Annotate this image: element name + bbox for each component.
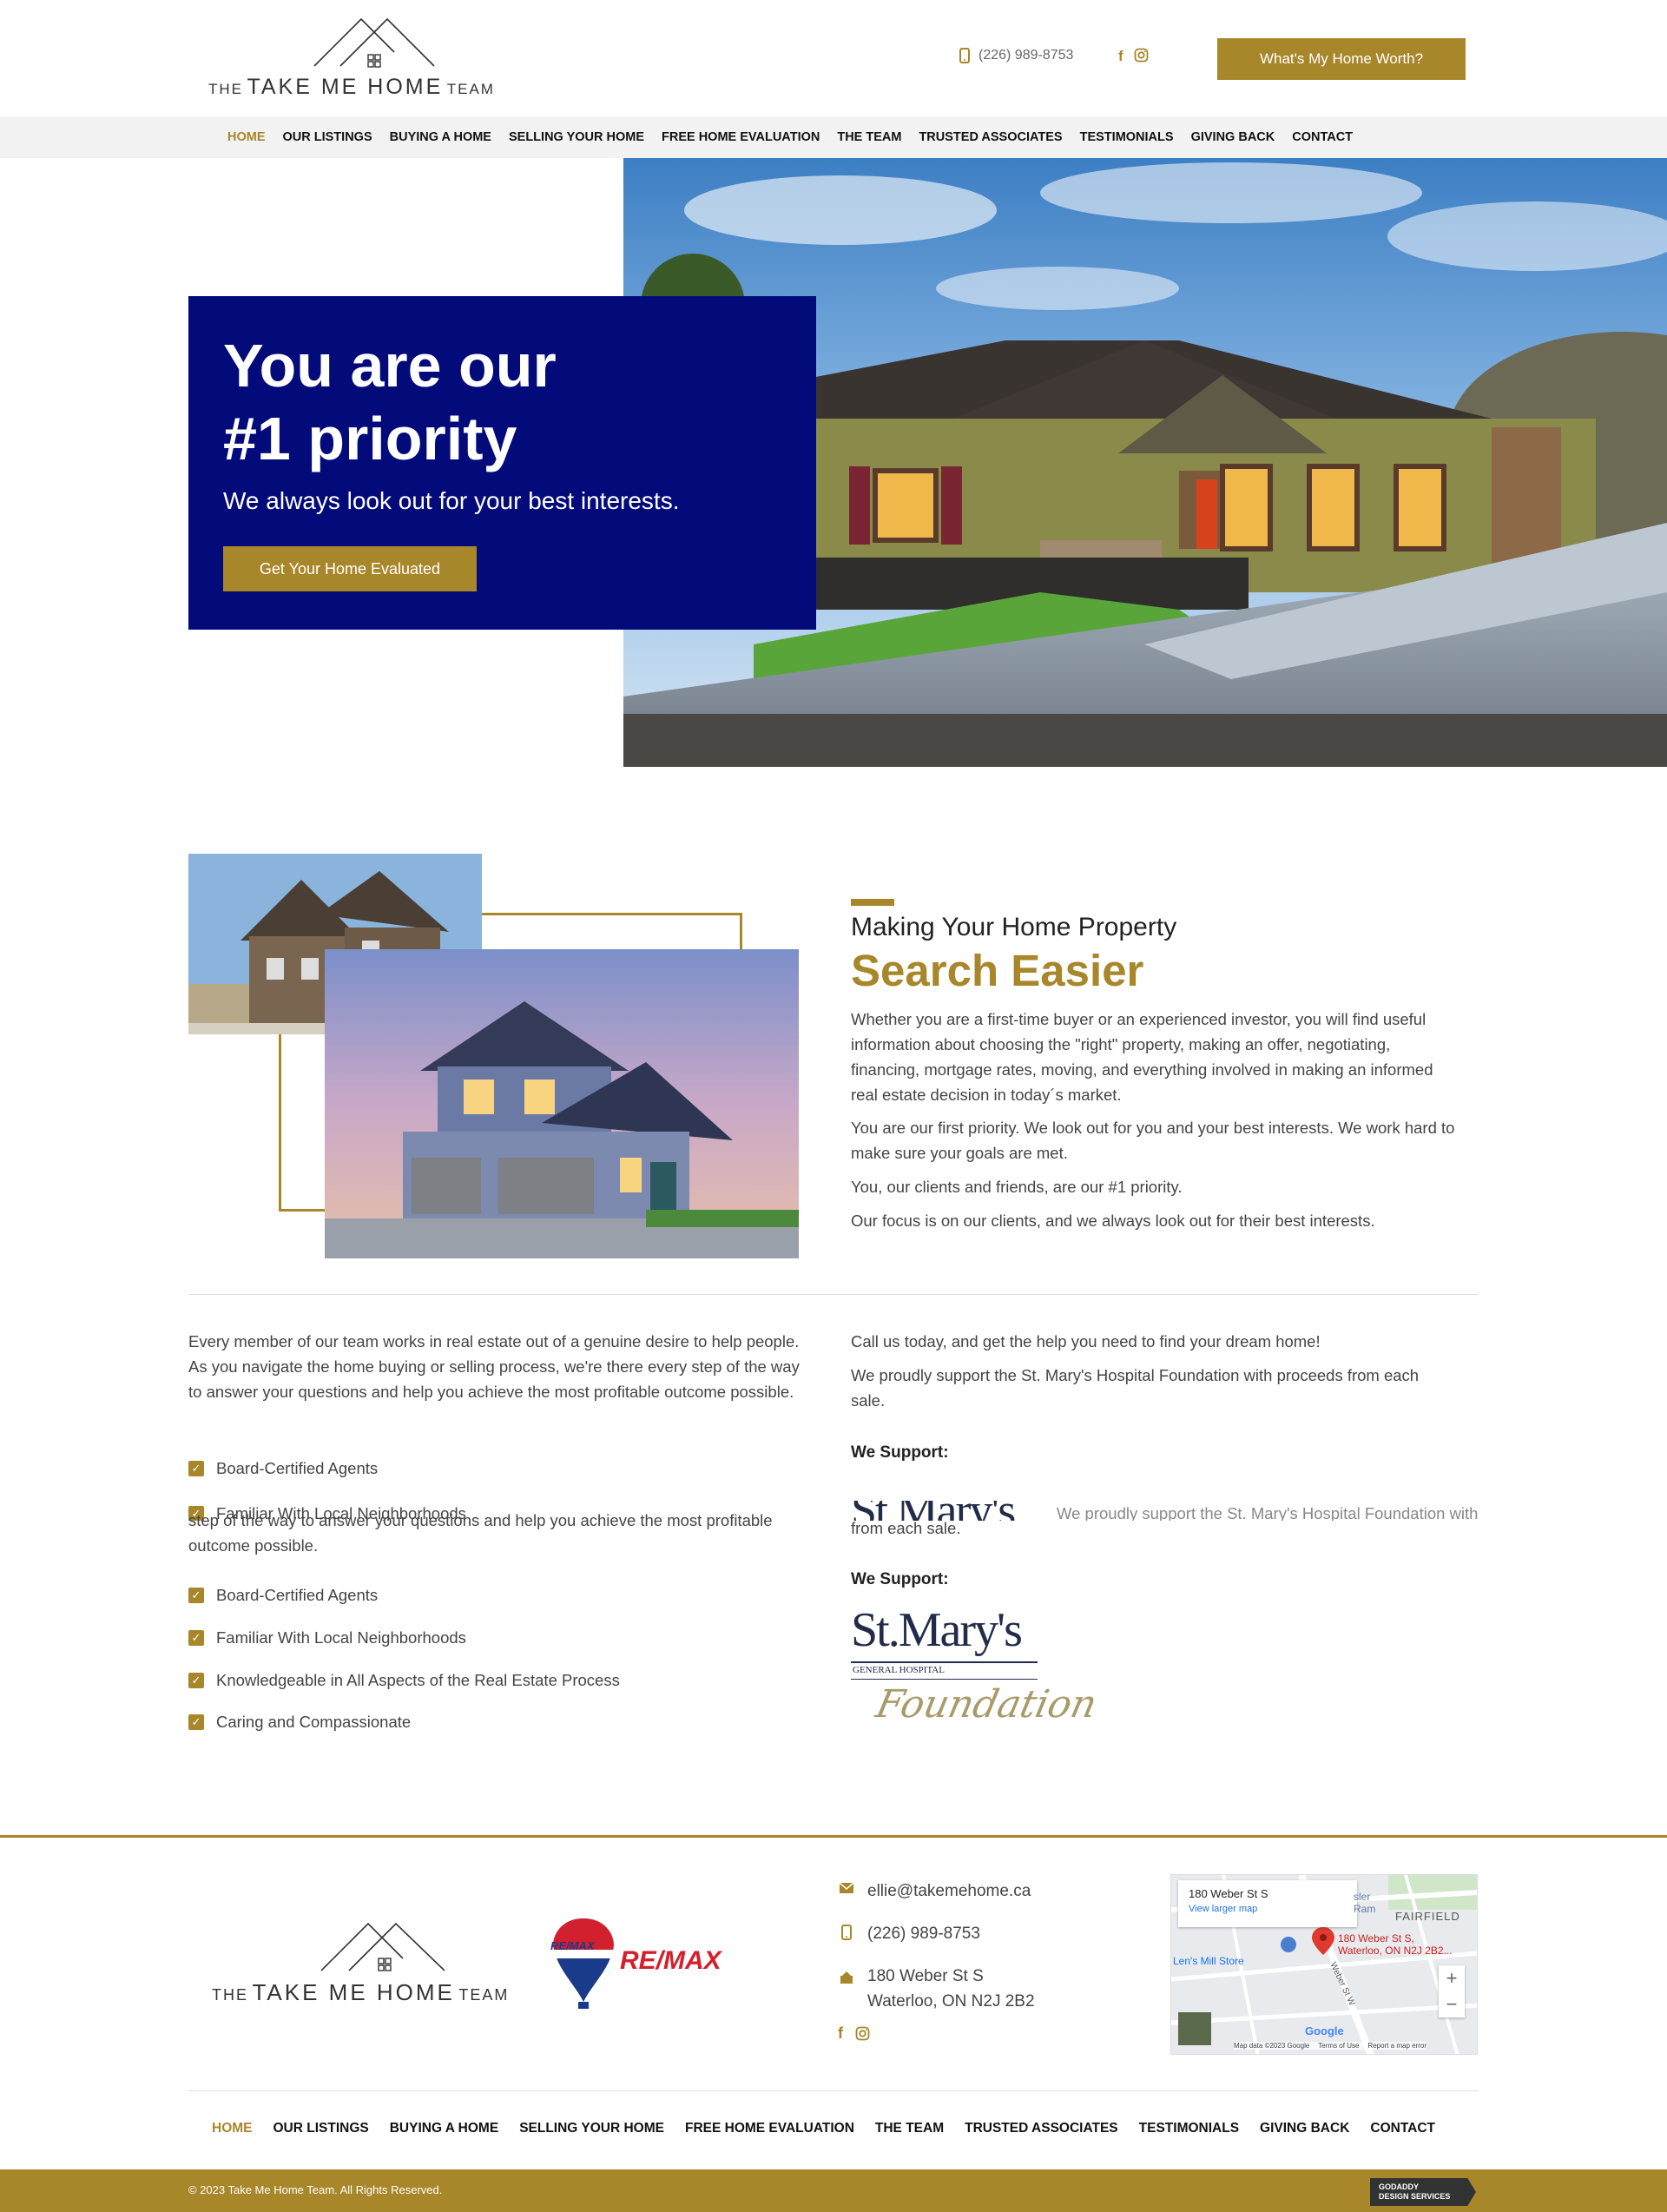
check-icon: ✓ [188,1461,204,1477]
check-icon: ✓ [188,1714,204,1731]
nav-free-home-evaluation[interactable]: FREE HOME EVALUATION [662,130,820,144]
copyright-text: © 2023 Take Me Home Team. All Rights Res… [188,2183,443,2196]
footer-nav: HOME OUR LISTINGS BUYING A HOME SELLING … [212,2119,1435,2138]
team-checklist-top: ✓ Board-Certified Agents [188,1448,378,1490]
list-item: ✓ Caring and Compassionate [188,1701,620,1744]
footer-nav-the-team[interactable]: THE TEAM [875,2121,944,2136]
copyright-bar: © 2023 Take Me Home Team. All Rights Res… [0,2169,1667,2212]
house-logo-icon [320,1922,445,1971]
nav-giving-back[interactable]: GIVING BACK [1191,130,1275,144]
footer-nav-home[interactable]: HOME [212,2121,253,2136]
hero-subtitle: We always look out for your best interes… [223,487,680,514]
st-marys-foundation-logo[interactable]: St.Mary's GENERAL HOSPITAL Foundation [842,1602,1101,1741]
footer-nav-giving-back[interactable]: GIVING BACK [1260,2121,1349,2136]
hero-banner: You are our #1 priority We always look o… [188,296,816,630]
list-item: ✓ Knowledgeable in All Aspects of the Rea… [188,1659,620,1701]
facebook-icon[interactable]: f [1118,48,1123,65]
about-paragraph-1: Whether you are a first-time buyer or an… [851,1010,1433,1104]
home-worth-button[interactable]: What's My Home Worth? [1217,38,1466,80]
footer-divider [188,2090,1479,2091]
nav-our-listings[interactable]: OUR LISTINGS [283,130,372,144]
hero-title-line1: You are our [223,332,557,399]
get-evaluated-button[interactable]: Get Your Home Evaluated [223,546,477,591]
header-logo[interactable]: THE TAKE ME HOME TEAM [208,16,493,102]
check-icon: ✓ [188,1588,204,1604]
mobile-phone-icon [959,48,970,63]
mobile-phone-icon [841,1925,852,1940]
check-icon: ✓ [188,1630,204,1647]
check-icon: ✓ [188,1672,204,1688]
footer-phone[interactable]: (226) 989-8753 [838,1925,980,1944]
list-item: ✓ Board-Certified Agents [188,1575,620,1617]
footer-nav-selling-your-home[interactable]: SELLING YOUR HOME [519,2121,664,2136]
view-larger-map-link[interactable]: View larger map [1189,1904,1347,1914]
footer-social: f [838,2024,870,2043]
about-subheading: Making Your Home Property [851,913,1177,941]
divider [188,1294,1479,1295]
about-paragraph-3: You, our clients and friends, are our #1… [851,1178,1183,1196]
team-checklist: ✓ Board-Certified Agents ✓ Familiar With L… [188,1575,620,1744]
team-intro: Every member of our team works in real e… [188,1332,800,1401]
accent-bar [851,899,894,906]
nav-the-team[interactable]: THE TEAM [837,130,901,144]
footer-nav-buying-a-home[interactable]: BUYING A HOME [390,2121,498,2136]
footer-nav-our-listings[interactable]: OUR LISTINGS [273,2121,369,2136]
map-credits: Map data ©2023 Google Terms of Use Repor… [1234,2042,1427,2050]
footer-nav-testimonials[interactable]: TESTIMONIALS [1139,2121,1239,2136]
instagram-icon[interactable] [855,2026,870,2041]
logo-main-text: TAKE ME HOME [247,75,444,99]
hero-title-line2: #1 priority [223,405,517,472]
footer-nav-contact[interactable]: CONTACT [1370,2121,1435,2136]
facebook-icon[interactable]: f [838,2024,843,2043]
header-social: f [1118,48,1149,65]
list-item: ✓ Board-Certified Agents [188,1448,378,1490]
remax-logo[interactable]: RE/MAX RE/MAX [549,1915,731,2011]
footer-nav-trusted-associates[interactable]: TRUSTED ASSOCIATES [965,2121,1118,2136]
remax-balloon-icon [553,1918,614,2009]
google-logo: Google [1305,2024,1344,2037]
footer-email[interactable]: ellie@takemehome.ca [838,1882,1031,1901]
map-marker-icon [840,1971,853,1984]
header-phone[interactable]: (226) 989-8753 [959,48,1073,63]
map-zoom-controls: + − [1439,1965,1465,2017]
godaddy-badge[interactable]: GODADDY DESIGN SERVICES [1370,2178,1476,2206]
header-phone-text: (226) 989-8753 [978,48,1074,63]
google-map[interactable]: 180 Weber St S View larger map 180 Weber… [1170,1874,1478,2055]
envelope-icon [839,1882,854,1893]
nav-trusted-associates[interactable]: TRUSTED ASSOCIATES [919,130,1062,144]
support-text: We proudly support the St. Mary's Hospit… [851,1366,1420,1410]
footer-top-border [0,1835,1667,1838]
main-nav: HOME OUR LISTINGS BUYING A HOME SELLING … [0,116,1667,158]
nav-buying-a-home[interactable]: BUYING A HOME [390,130,491,144]
about-paragraph-2: You are our first priority. We look out … [851,1119,1455,1162]
team-intro-continued: step of the way to answer your questions… [188,1511,773,1555]
house-logo-icon [313,17,435,68]
zoom-out-icon[interactable]: − [1439,1991,1465,2017]
map-pin-label: 180 Weber St S, Waterloo, ON N2J 2B2... [1338,1932,1453,1957]
call-text: Call us today, and get the help you need… [851,1332,1321,1350]
we-support-label-2: We Support: [851,1570,949,1588]
list-item: ✓ Familiar With Local Neighborhoods [188,1617,620,1660]
about-heading: Search Easier [851,946,1144,995]
nav-home[interactable]: HOME [227,130,266,144]
nav-selling-your-home[interactable]: SELLING YOUR HOME [509,130,644,144]
zoom-in-icon[interactable]: + [1439,1965,1465,1991]
map-area-label: FAIRFIELD [1395,1910,1460,1923]
logo-the: THE [208,81,243,97]
nav-contact[interactable]: CONTACT [1292,130,1353,144]
footer-address: 180 Weber St S Waterloo, ON N2J 2B2 [838,1964,1035,2014]
footer-logo[interactable]: THE TAKE ME HOME TEAM [212,1915,507,2015]
map-label-partial: sler Ram [1354,1891,1376,1915]
nav-testimonials[interactable]: TESTIMONIALS [1080,130,1174,144]
we-support-label: We Support: [851,1443,949,1462]
support-text-tail: from each sale. [851,1519,961,1537]
about-paragraph-4: Our focus is on our clients, and we alwa… [851,1212,1375,1230]
map-place-title: 180 Weber St S [1189,1887,1268,1900]
house-photo-large [325,949,799,1258]
map-store-label: Len's Mill Store [1173,1955,1244,1967]
logo-team: TEAM [446,81,495,97]
footer-nav-free-home-evaluation[interactable]: FREE HOME EVALUATION [685,2121,854,2136]
instagram-icon[interactable] [1134,48,1149,63]
